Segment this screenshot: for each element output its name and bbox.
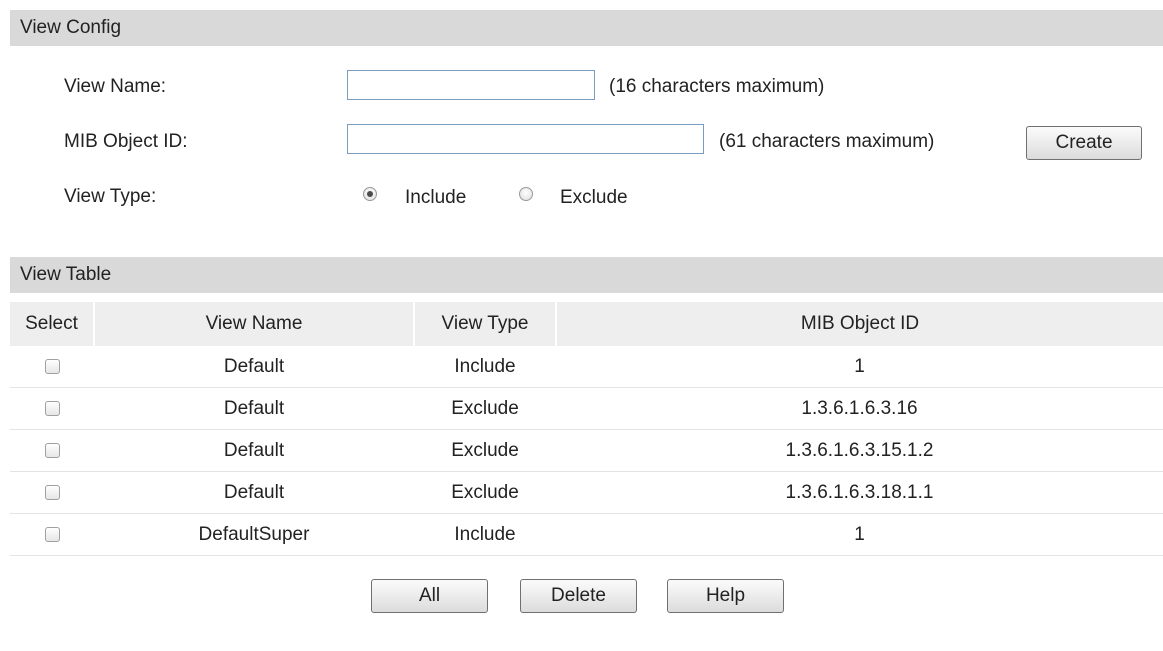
- view-name-cell: DefaultSuper: [94, 513, 414, 556]
- select-cell: [10, 513, 94, 556]
- mib-object-id-hint: (61 characters maximum): [719, 131, 935, 152]
- column-header-view-name: View Name: [93, 302, 414, 346]
- view-type-cell: Include: [414, 513, 556, 556]
- view-name-cell: Default: [94, 346, 414, 388]
- view-config-header: View Config: [10, 10, 1163, 46]
- view-type-cell: Exclude: [414, 387, 556, 430]
- column-header-mib-object-id: MIB Object ID: [555, 302, 1163, 346]
- column-header-view-type: View Type: [413, 302, 556, 346]
- view-type-include-label[interactable]: Include: [405, 187, 466, 209]
- snmp-view-page: View Config View Name: (16 characters ma…: [0, 0, 1163, 651]
- help-button[interactable]: Help: [667, 579, 784, 613]
- table-row: DefaultSuper Include 1: [10, 513, 1163, 556]
- table-row: Default Exclude 1.3.6.1.6.3.18.1.1: [10, 471, 1163, 514]
- table-row: Default Include 1: [10, 346, 1163, 388]
- view-name-cell: Default: [94, 429, 414, 472]
- delete-button[interactable]: Delete: [520, 579, 637, 613]
- view-name-hint: (16 characters maximum): [609, 76, 825, 97]
- view-type-exclude-radio[interactable]: [519, 187, 533, 201]
- view-name-cell: Default: [94, 387, 414, 430]
- view-type-cell: Exclude: [414, 429, 556, 472]
- mib-object-id-input[interactable]: [347, 124, 704, 154]
- view-type-cell: Exclude: [414, 471, 556, 514]
- view-name-cell: Default: [94, 471, 414, 514]
- view-config-title: View Config: [20, 17, 122, 38]
- view-type-exclude-label[interactable]: Exclude: [560, 187, 628, 209]
- row-select-checkbox[interactable]: [44, 484, 60, 500]
- select-cell: [10, 387, 94, 430]
- row-select-checkbox[interactable]: [44, 358, 60, 374]
- view-name-input[interactable]: [347, 70, 595, 100]
- table-header-row: Select View Name View Type MIB Object ID: [10, 302, 1163, 346]
- view-table-header: View Table: [10, 257, 1163, 293]
- column-header-select: Select: [10, 302, 94, 346]
- select-cell: [10, 346, 94, 388]
- select-all-button[interactable]: All: [371, 579, 488, 613]
- mib-object-id-cell: 1.3.6.1.6.3.16: [556, 387, 1163, 430]
- select-cell: [10, 471, 94, 514]
- mib-object-id-cell: 1.3.6.1.6.3.15.1.2: [556, 429, 1163, 472]
- mib-object-id-cell: 1.3.6.1.6.3.18.1.1: [556, 471, 1163, 514]
- row-select-checkbox[interactable]: [44, 442, 60, 458]
- create-button[interactable]: Create: [1026, 126, 1142, 160]
- select-cell: [10, 429, 94, 472]
- table-row: Default Exclude 1.3.6.1.6.3.15.1.2: [10, 429, 1163, 472]
- mib-object-id-cell: 1: [556, 346, 1163, 388]
- table-row: Default Exclude 1.3.6.1.6.3.16: [10, 387, 1163, 430]
- mib-object-id-label: MIB Object ID:: [64, 131, 188, 152]
- view-type-label: View Type:: [64, 186, 157, 207]
- row-select-checkbox[interactable]: [44, 526, 60, 542]
- view-table-title: View Table: [20, 264, 112, 285]
- view-table: Select View Name View Type MIB Object ID…: [10, 302, 1163, 556]
- view-type-cell: Include: [414, 346, 556, 388]
- mib-object-id-cell: 1: [556, 513, 1163, 556]
- view-type-include-radio[interactable]: [363, 187, 377, 201]
- row-select-checkbox[interactable]: [44, 400, 60, 416]
- view-name-label: View Name:: [64, 76, 167, 97]
